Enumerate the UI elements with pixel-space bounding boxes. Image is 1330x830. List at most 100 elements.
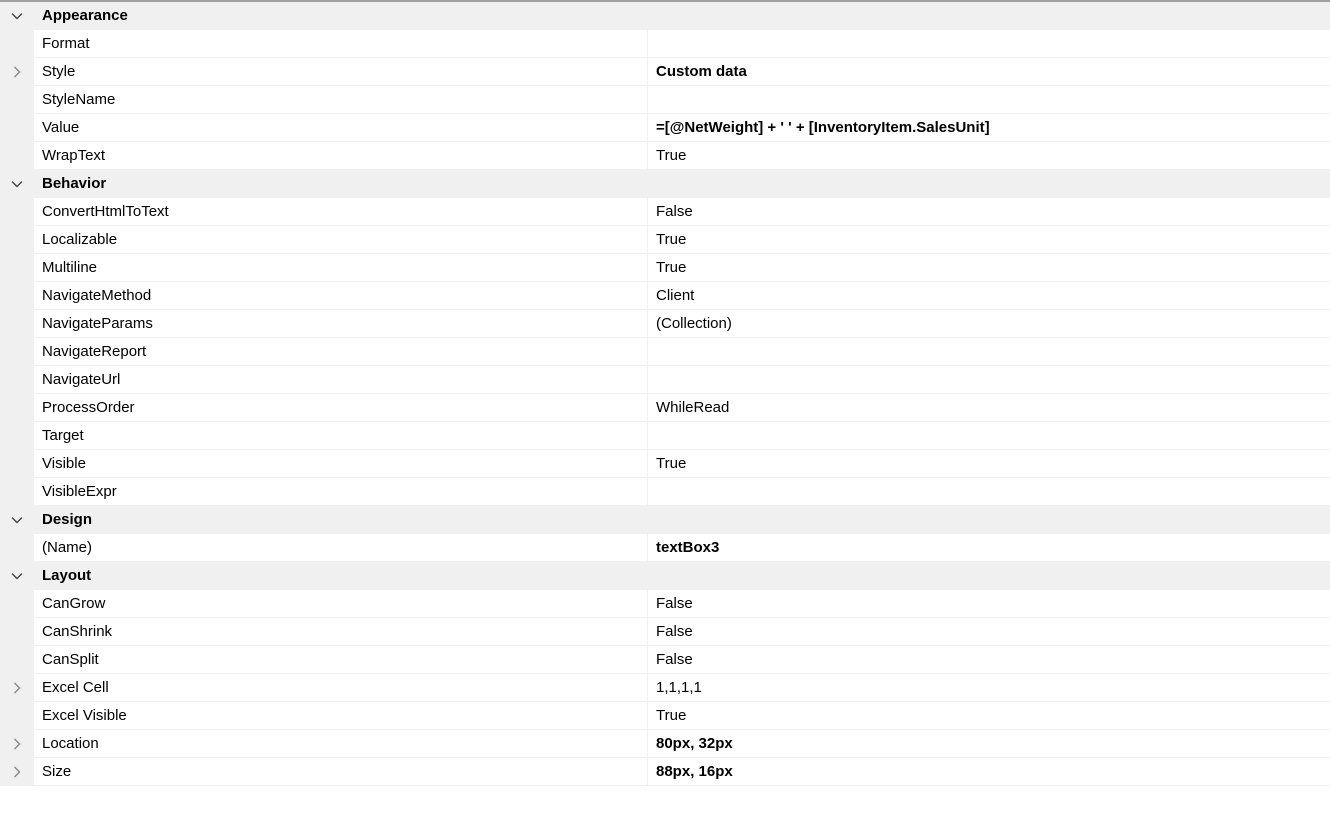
property-name[interactable]: CanGrow (34, 590, 648, 617)
property-value[interactable]: True (648, 702, 1330, 729)
chevron-right-icon[interactable] (10, 765, 24, 779)
property-row[interactable]: (Name) textBox3 (0, 534, 1330, 562)
property-row[interactable]: CanGrow False (0, 590, 1330, 618)
chevron-down-icon[interactable] (10, 569, 24, 583)
property-value[interactable]: False (648, 618, 1330, 645)
property-value[interactable]: True (648, 450, 1330, 477)
property-name[interactable]: Format (34, 30, 648, 57)
property-row[interactable]: Target (0, 422, 1330, 450)
row-gutter[interactable] (0, 758, 34, 785)
property-name[interactable]: Size (34, 758, 648, 785)
category-row-appearance[interactable]: Appearance (0, 2, 1330, 30)
property-value[interactable] (648, 478, 1330, 505)
property-name[interactable]: Excel Cell (34, 674, 648, 701)
property-row[interactable]: Value =[@NetWeight] + ' ' + [InventoryIte… (0, 114, 1330, 142)
row-gutter (0, 254, 34, 281)
property-name[interactable]: ConvertHtmlToText (34, 198, 648, 225)
property-row[interactable]: Style Custom data (0, 58, 1330, 86)
property-row[interactable]: Size 88px, 16px (0, 758, 1330, 786)
property-row[interactable]: NavigateParams (Collection) (0, 310, 1330, 338)
property-row[interactable]: Localizable True (0, 226, 1330, 254)
property-name[interactable]: WrapText (34, 142, 648, 169)
property-value[interactable]: =[@NetWeight] + ' ' + [InventoryItem.Sal… (648, 114, 1330, 141)
property-row[interactable]: NavigateReport (0, 338, 1330, 366)
property-name[interactable]: Multiline (34, 254, 648, 281)
property-value[interactable] (648, 338, 1330, 365)
property-value[interactable]: 1,1,1,1 (648, 674, 1330, 701)
property-row[interactable]: CanSplit False (0, 646, 1330, 674)
property-name[interactable]: CanShrink (34, 618, 648, 645)
property-value[interactable]: Custom data (648, 58, 1330, 85)
property-value[interactable] (648, 30, 1330, 57)
row-gutter[interactable] (0, 674, 34, 701)
property-row[interactable]: ProcessOrder WhileRead (0, 394, 1330, 422)
property-name[interactable]: NavigateUrl (34, 366, 648, 393)
chevron-down-icon[interactable] (10, 513, 24, 527)
property-value[interactable]: True (648, 142, 1330, 169)
property-value[interactable]: False (648, 646, 1330, 673)
property-row[interactable]: CanShrink False (0, 618, 1330, 646)
category-row-behavior[interactable]: Behavior (0, 170, 1330, 198)
property-row[interactable]: ConvertHtmlToText False (0, 198, 1330, 226)
property-row[interactable]: Visible True (0, 450, 1330, 478)
property-value[interactable]: Client (648, 282, 1330, 309)
chevron-right-icon[interactable] (10, 681, 24, 695)
chevron-right-icon[interactable] (10, 737, 24, 751)
property-value[interactable] (648, 366, 1330, 393)
property-value[interactable]: 88px, 16px (648, 758, 1330, 785)
property-row[interactable]: VisibleExpr (0, 478, 1330, 506)
property-value[interactable]: False (648, 590, 1330, 617)
property-name[interactable]: Target (34, 422, 648, 449)
property-value[interactable] (648, 422, 1330, 449)
chevron-down-icon[interactable] (10, 9, 24, 23)
property-name[interactable]: NavigateParams (34, 310, 648, 337)
row-gutter[interactable] (0, 58, 34, 85)
category-title: Behavior (42, 175, 107, 192)
property-value[interactable]: WhileRead (648, 394, 1330, 421)
property-value[interactable]: textBox3 (648, 534, 1330, 561)
category-expander[interactable] (0, 506, 34, 534)
property-row[interactable]: Excel Cell 1,1,1,1 (0, 674, 1330, 702)
property-name[interactable]: Excel Visible (34, 702, 648, 729)
category-row-design[interactable]: Design (0, 506, 1330, 534)
property-value[interactable]: True (648, 226, 1330, 253)
property-value[interactable]: (Collection) (648, 310, 1330, 337)
property-row[interactable]: Location 80px, 32px (0, 730, 1330, 758)
property-row[interactable]: Multiline True (0, 254, 1330, 282)
property-name[interactable]: CanSplit (34, 646, 648, 673)
property-value[interactable] (648, 86, 1330, 113)
property-name[interactable]: Location (34, 730, 648, 757)
property-name[interactable]: Style (34, 58, 648, 85)
category-row-layout[interactable]: Layout (0, 562, 1330, 590)
property-name[interactable]: ProcessOrder (34, 394, 648, 421)
category-expander[interactable] (0, 170, 34, 198)
property-value[interactable]: False (648, 198, 1330, 225)
row-gutter[interactable] (0, 730, 34, 757)
row-gutter (0, 30, 34, 57)
category-title: Design (42, 511, 93, 528)
property-name[interactable]: NavigateReport (34, 338, 648, 365)
property-name[interactable]: VisibleExpr (34, 478, 648, 505)
row-gutter (0, 310, 34, 337)
property-value[interactable]: 80px, 32px (648, 730, 1330, 757)
property-row[interactable]: NavigateUrl (0, 366, 1330, 394)
chevron-down-icon[interactable] (10, 177, 24, 191)
property-name[interactable]: StyleName (34, 86, 648, 113)
property-name[interactable]: Value (34, 114, 648, 141)
property-row[interactable]: Excel Visible True (0, 702, 1330, 730)
chevron-right-icon[interactable] (10, 65, 24, 79)
row-gutter (0, 198, 34, 225)
row-gutter (0, 226, 34, 253)
property-name[interactable]: Localizable (34, 226, 648, 253)
property-name[interactable]: Visible (34, 450, 648, 477)
property-row[interactable]: StyleName (0, 86, 1330, 114)
category-title: Layout (42, 567, 92, 584)
property-row[interactable]: NavigateMethod Client (0, 282, 1330, 310)
category-expander[interactable] (0, 562, 34, 590)
property-name[interactable]: NavigateMethod (34, 282, 648, 309)
property-value[interactable]: True (648, 254, 1330, 281)
property-row[interactable]: Format (0, 30, 1330, 58)
category-expander[interactable] (0, 2, 34, 30)
property-name[interactable]: (Name) (34, 534, 648, 561)
property-row[interactable]: WrapText True (0, 142, 1330, 170)
